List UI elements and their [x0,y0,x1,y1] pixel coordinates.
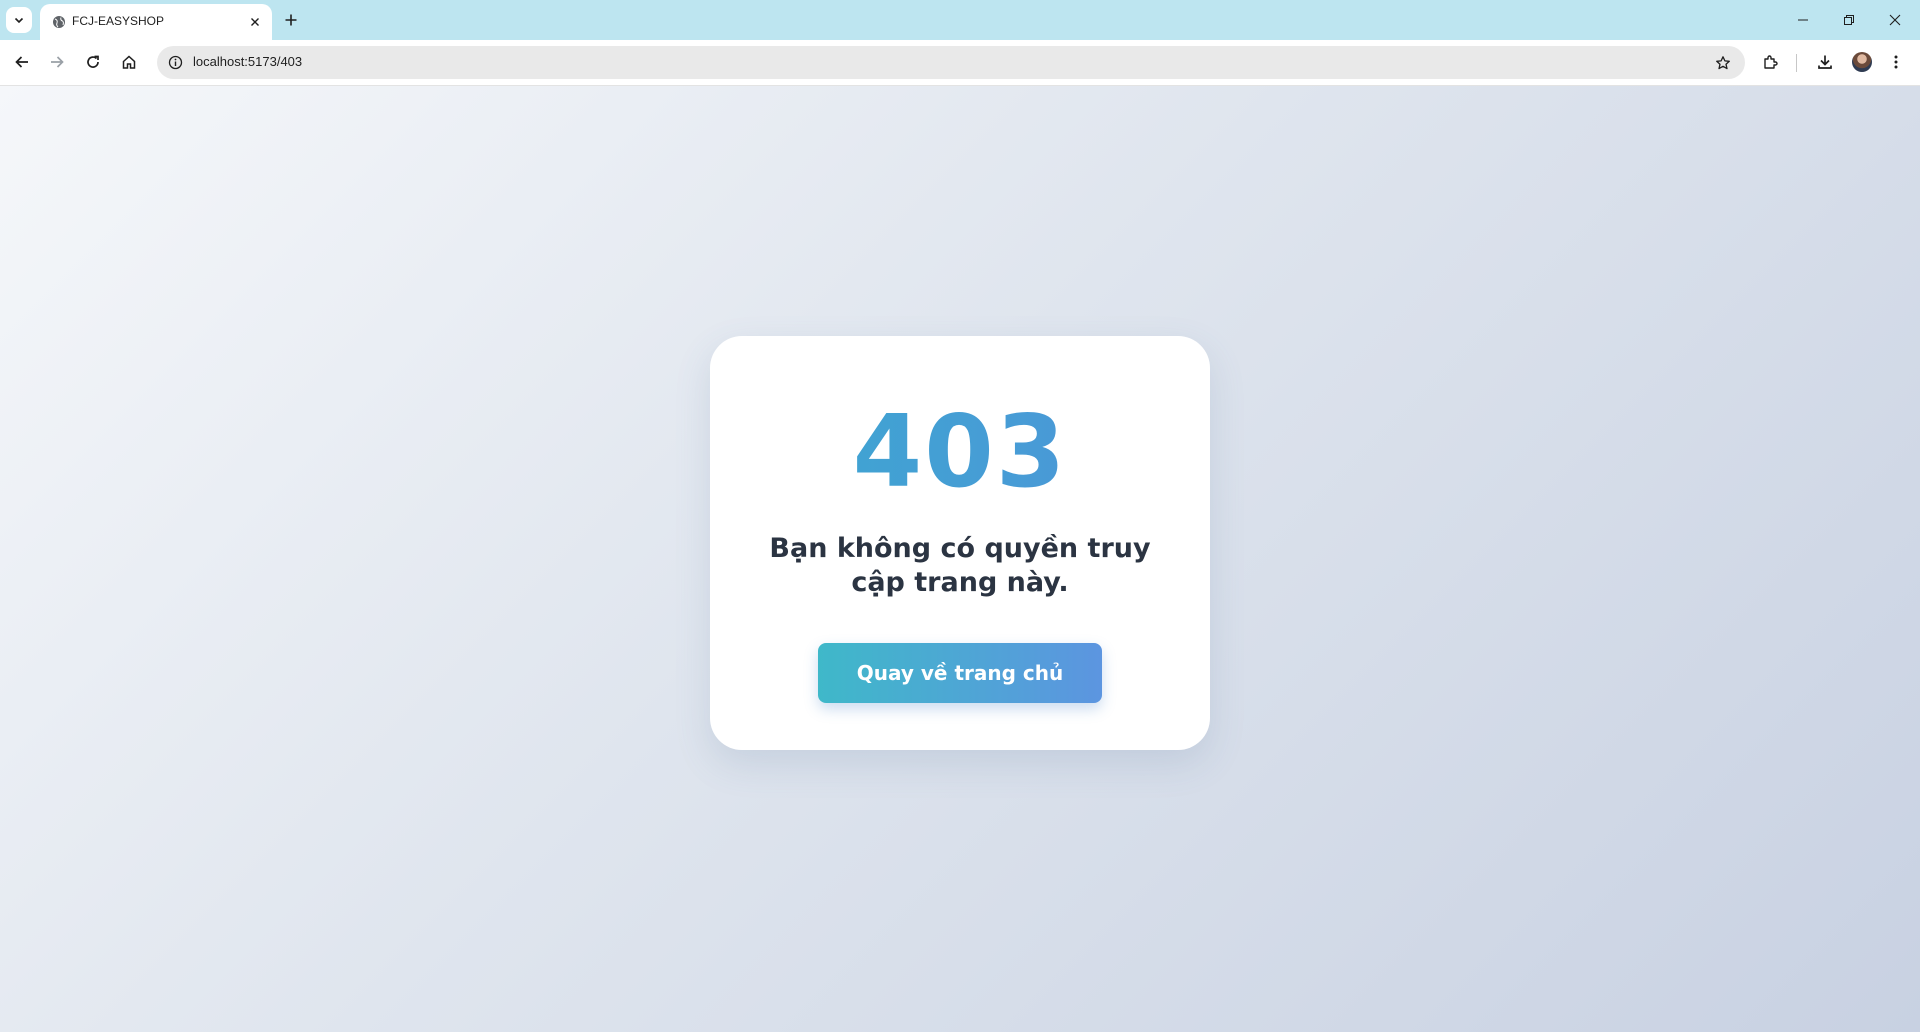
forward-button[interactable] [43,48,71,76]
close-window-button[interactable] [1872,0,1918,40]
restore-button[interactable] [1826,0,1872,40]
puzzle-icon [1764,55,1778,69]
tab-close-button[interactable] [244,11,266,33]
error-code: 403 [710,396,1210,508]
minimize-button[interactable] [1780,0,1826,40]
chevron-down-icon [14,17,24,24]
restore-icon [1844,15,1854,25]
close-icon [1889,14,1901,26]
error-message: Bạn không có quyền truy cập trang này. [769,533,1151,598]
reload-button[interactable] [79,48,107,76]
site-info-icon[interactable] [167,54,184,71]
profile-avatar[interactable] [1852,52,1872,72]
browser-toolbar: localhost:5173/403 [0,40,1920,86]
browser-menu-button[interactable] [1882,48,1910,76]
tab-title: FCJ-EASYSHOP [72,14,165,28]
arrow-right-icon [51,56,64,68]
error-card: 403 Bạn không có quyền truy cập trang nà… [710,336,1210,750]
more-vert-icon [1894,55,1898,69]
download-icon [1818,55,1832,69]
back-button[interactable] [8,48,36,76]
toolbar-separator [1796,54,1797,72]
reload-icon [87,55,99,68]
home-button[interactable] [115,48,143,76]
downloads-button[interactable] [1811,48,1839,76]
star-icon [1716,56,1730,70]
close-icon [251,18,259,26]
minimize-icon [1798,19,1808,21]
page-viewport: 403 Bạn không có quyền truy cập trang nà… [0,86,1920,1032]
home-icon [122,55,136,69]
plus-icon [285,14,297,26]
extensions-button[interactable] [1757,48,1785,76]
bookmark-star-button[interactable] [1711,51,1735,75]
globe-icon [50,13,68,31]
browser-tabstrip: FCJ-EASYSHOP [0,0,1920,40]
address-bar[interactable]: localhost:5173/403 [157,46,1745,79]
url-text[interactable]: localhost:5173/403 [193,54,302,69]
tab-search-button[interactable] [6,7,32,33]
new-tab-button[interactable] [278,7,304,33]
back-to-home-button[interactable]: Quay về trang chủ [818,643,1102,703]
arrow-left-icon [15,56,28,68]
browser-tab[interactable]: FCJ-EASYSHOP [40,4,272,40]
